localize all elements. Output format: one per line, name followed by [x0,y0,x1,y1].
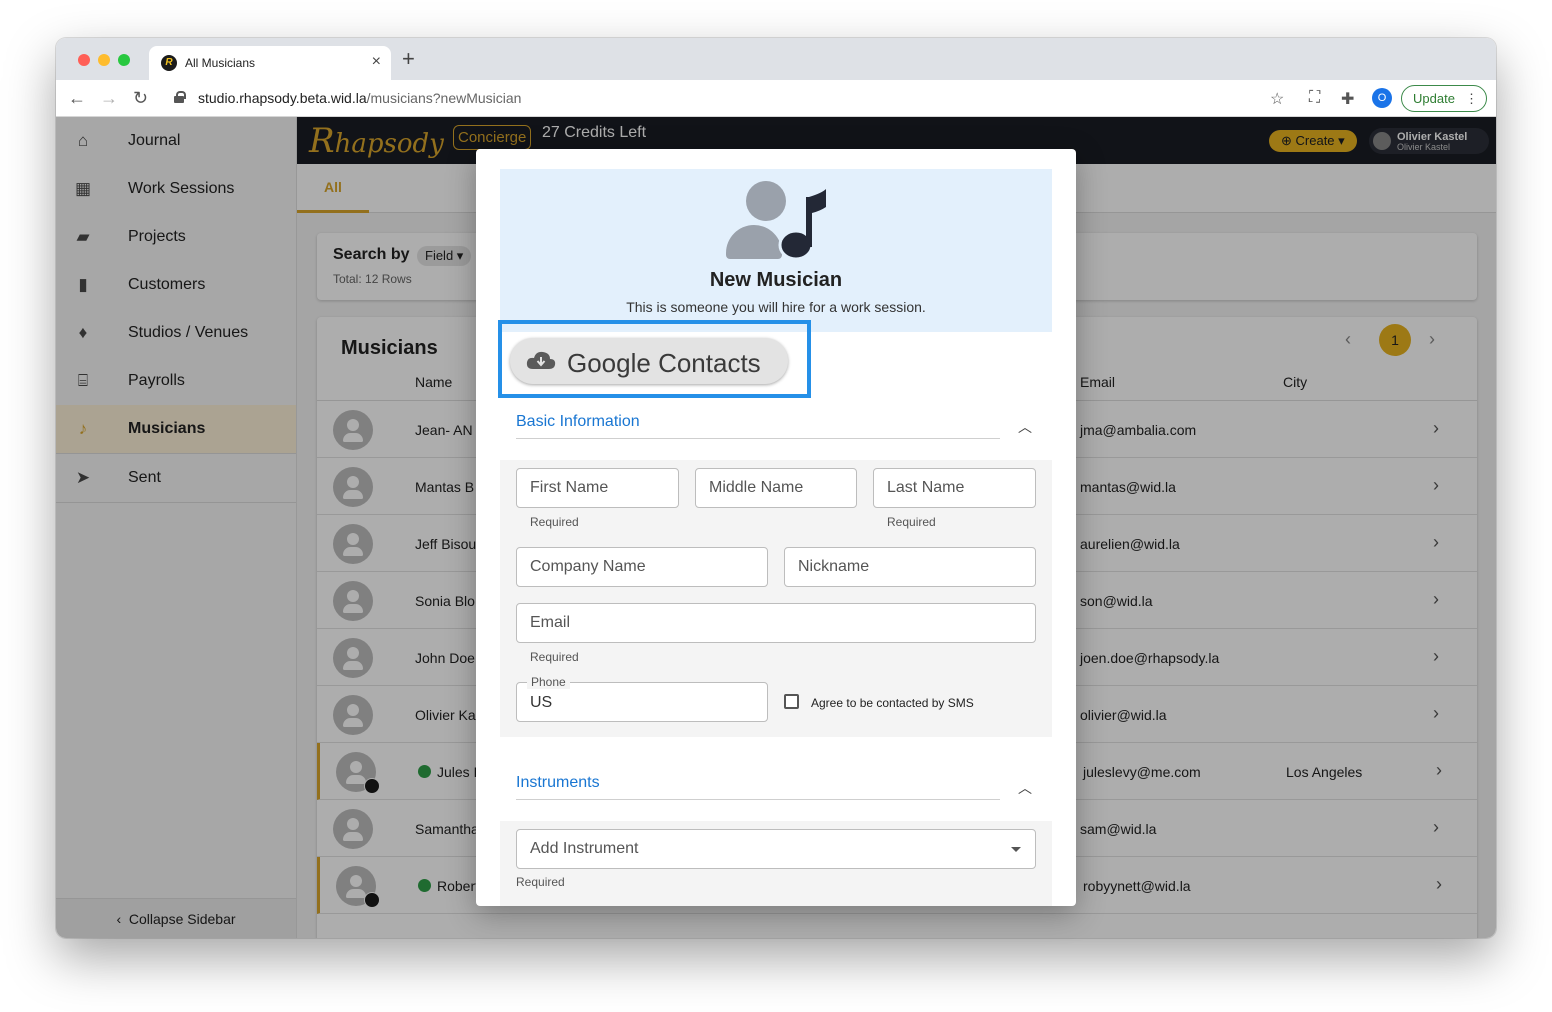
section-divider [516,438,1000,439]
tab-title: All Musicians [185,56,256,70]
browser-toolbar: ← → ↻ studio.rhapsody.beta.wid.la/musici… [56,80,1496,117]
dialog-subtitle: This is someone you will hire for a work… [626,299,926,315]
basic-information-title[interactable]: Basic Information [516,413,640,431]
sms-consent-checkbox[interactable] [784,694,799,709]
dialog-title: New Musician [709,269,843,291]
nickname-field[interactable]: Nickname [784,547,1036,587]
instruments-title[interactable]: Instruments [516,774,600,792]
google-contacts-label: Google Contacts [567,348,761,378]
kebab-menu-icon[interactable]: ⋮ [1465,86,1478,111]
phone-field[interactable]: Phone US [516,675,768,722]
back-arrow-icon[interactable]: ← [68,88,86,108]
nickname-placeholder: Nickname [798,558,870,575]
close-window-button[interactable] [78,54,90,66]
middle-name-field[interactable]: Middle Name [695,468,857,508]
company-name-field[interactable]: Company Name [516,547,768,587]
chevron-up-icon[interactable]: ︿ [1018,778,1032,798]
instruments-panel: Add Instrument Required [500,821,1052,906]
tab-strip: R All Musicians × + [56,38,1496,80]
person-body-icon [726,225,782,259]
email-field[interactable]: Email [516,603,1036,643]
lock-icon[interactable] [174,91,186,103]
first-name-required: Required [530,515,579,529]
instrument-required: Required [516,875,565,889]
profile-avatar[interactable]: O [1372,88,1392,108]
email-required: Required [530,650,579,664]
music-note-icon [778,189,826,261]
google-contacts-button[interactable]: Google Contacts [510,338,788,384]
url-path: /musicians?newMusician [366,90,522,106]
add-instrument-select[interactable]: Add Instrument [516,829,1036,869]
sms-consent-label[interactable]: Agree to be contacted by SMS [811,696,974,710]
last-name-field[interactable]: Last Name [873,468,1036,508]
zoom-window-button[interactable] [118,54,130,66]
cloud-download-icon [526,351,556,369]
first-name-placeholder: First Name [530,479,609,496]
screen-capture-icon[interactable]: ⛶ [1309,89,1320,107]
email-placeholder: Email [530,614,571,631]
browser-tab-all-musicians[interactable]: R All Musicians × [149,46,391,80]
dropdown-arrow-icon [1011,847,1021,852]
new-musician-dialog: New Musician This is someone you will hi… [476,149,1076,906]
last-name-required: Required [887,515,936,529]
basic-information-panel: First Name Middle Name Last Name Require… [500,460,1052,737]
middle-name-placeholder: Middle Name [709,479,804,496]
update-label: Update [1413,91,1455,106]
forward-arrow-icon[interactable]: → [100,88,118,108]
phone-label: Phone [527,675,570,689]
first-name-field[interactable]: First Name [516,468,679,508]
reload-icon[interactable]: ↻ [133,88,148,108]
section-divider [516,799,1000,800]
url-host: studio.rhapsody.beta.wid.la [198,90,367,106]
phone-country: US [530,694,553,711]
extensions-puzzle-icon[interactable]: ✚ [1341,89,1354,109]
star-icon[interactable]: ☆ [1270,89,1284,109]
rhapsody-favicon-icon: R [161,55,177,71]
chevron-up-icon[interactable]: ︿ [1018,417,1032,437]
dialog-header: New Musician This is someone you will hi… [500,169,1052,332]
minimize-window-button[interactable] [98,54,110,66]
company-name-placeholder: Company Name [530,558,646,575]
address-bar[interactable]: studio.rhapsody.beta.wid.la/musicians?ne… [198,90,521,106]
last-name-placeholder: Last Name [887,479,965,496]
add-instrument-placeholder: Add Instrument [530,840,639,857]
tab-close-icon[interactable]: × [372,53,381,71]
new-tab-icon[interactable]: + [402,48,415,70]
update-button[interactable]: Update ⋮ [1401,85,1487,112]
